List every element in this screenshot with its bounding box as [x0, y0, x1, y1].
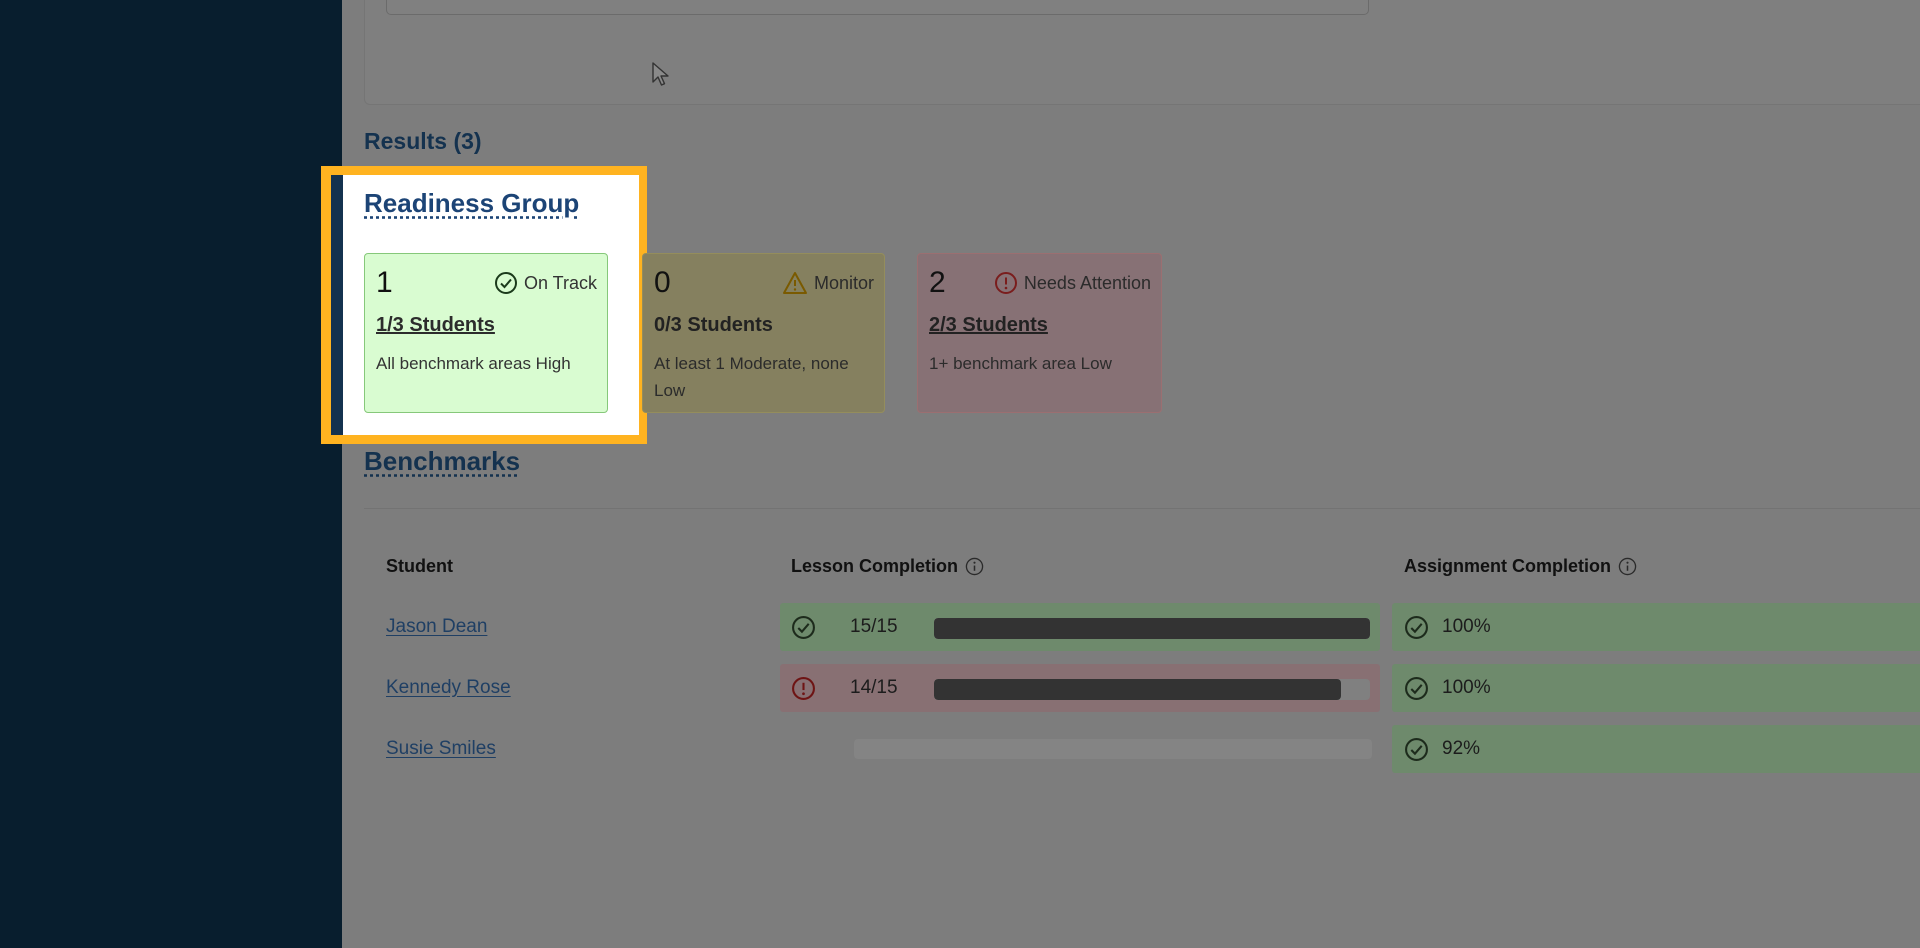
lesson-completion-cell: 15/15: [780, 603, 1380, 651]
check-circle-icon: [1405, 677, 1428, 700]
lesson-progress-bar: [934, 679, 1370, 700]
check-circle-icon: [494, 272, 517, 294]
readiness-group-link[interactable]: Readiness Group: [364, 188, 579, 219]
main-content: [342, 0, 1920, 948]
assignment-percent: 100%: [1442, 616, 1491, 637]
readiness-card-on-track[interactable]: 1 On Track 1/3 Students All benchmark ar…: [364, 253, 608, 413]
card-number: 1: [376, 266, 393, 299]
sidebar: [0, 0, 342, 948]
student-link-susie-smiles[interactable]: Susie Smiles: [386, 738, 496, 760]
student-link-kennedy-rose[interactable]: Kennedy Rose: [386, 677, 511, 699]
results-heading: Results (3): [364, 128, 482, 154]
column-header-label: Lesson Completion: [791, 556, 959, 576]
lesson-progress-bar: [934, 618, 1370, 639]
assignment-completion-cell: 100%: [1392, 664, 1920, 712]
column-header-assignment: Assignment Completion: [1404, 556, 1637, 577]
check-circle-icon: [792, 616, 815, 639]
card-number: 0: [654, 266, 671, 299]
card-description: At least 1 Moderate, none Low: [654, 354, 849, 400]
warning-triangle-icon: [782, 272, 807, 294]
check-circle-icon: [1405, 616, 1428, 639]
assignment-percent: 92%: [1442, 738, 1481, 759]
card-number: 2: [929, 266, 946, 299]
lesson-fraction: 15/15: [850, 616, 898, 637]
alert-circle-icon: [994, 272, 1017, 294]
benchmarks-link[interactable]: Benchmarks: [364, 446, 520, 477]
lesson-completion-cell: 14/15: [780, 664, 1380, 712]
assignment-completion-cell: 92%: [1392, 725, 1920, 773]
column-header-lesson: Lesson Completion: [791, 556, 984, 577]
card-status-label: Monitor: [813, 272, 874, 293]
readiness-card-needs-attention[interactable]: 2 Needs Attention 2/3 Students 1+ benchm…: [917, 253, 1162, 413]
readiness-card-monitor[interactable]: 0 Monitor 0/3 Students At least 1 Modera…: [642, 253, 885, 413]
card-status: On Track: [494, 271, 597, 295]
info-icon[interactable]: [1618, 557, 1637, 576]
lesson-progress-bar-empty: [854, 739, 1372, 759]
card-description: 1+ benchmark area Low: [929, 354, 1112, 373]
highlight-left-accent: [331, 175, 343, 435]
card-status-label: On Track: [523, 272, 597, 293]
card-students-link[interactable]: 1/3 Students: [376, 314, 495, 337]
card-students-link[interactable]: 2/3 Students: [929, 314, 1048, 337]
column-header-label: Assignment Completion: [1404, 556, 1612, 576]
column-header-label: Student: [386, 556, 453, 576]
card-status: Needs Attention: [994, 271, 1151, 295]
alert-circle-icon: [792, 677, 815, 700]
card-status-label: Needs Attention: [1023, 272, 1151, 293]
column-header-student: Student: [386, 556, 453, 577]
assignment-percent: 100%: [1442, 677, 1491, 698]
card-students-count: 0/3 Students: [654, 314, 773, 336]
mouse-cursor-icon: [652, 62, 669, 86]
section-divider: [364, 508, 1920, 509]
card-description: All benchmark areas High: [376, 354, 571, 373]
card-status: Monitor: [782, 271, 874, 295]
assignment-completion-cell: 100%: [1392, 603, 1920, 651]
info-icon[interactable]: [965, 557, 984, 576]
lesson-fraction: 14/15: [850, 677, 898, 698]
filter-panel: [364, 0, 1920, 105]
lesson-progress-fill: [934, 679, 1341, 700]
lesson-progress-fill: [934, 618, 1370, 639]
filter-input[interactable]: [386, 0, 1369, 15]
check-circle-icon: [1405, 738, 1428, 761]
student-link-jason-dean[interactable]: Jason Dean: [386, 616, 487, 638]
